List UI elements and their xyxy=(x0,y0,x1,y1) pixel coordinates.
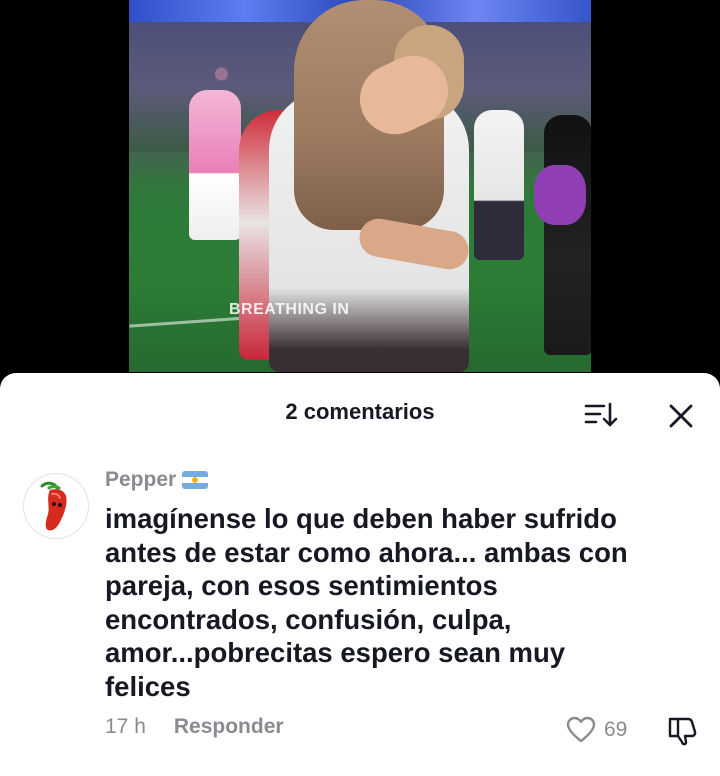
background-player xyxy=(544,115,591,355)
reply-button[interactable]: Responder xyxy=(174,715,284,739)
dislike-button[interactable] xyxy=(666,716,698,751)
sort-icon xyxy=(584,402,618,427)
like-count: 69 xyxy=(604,718,628,741)
close-icon xyxy=(669,404,693,428)
like-button[interactable]: 69 xyxy=(566,716,627,744)
comment-meta: 17 h Responder xyxy=(105,715,284,739)
video-caption: BREATHING IN xyxy=(229,301,350,318)
comment-header: Pepper xyxy=(105,468,209,492)
comment-username[interactable]: Pepper xyxy=(105,468,176,492)
avatar[interactable] xyxy=(23,473,89,539)
chili-pepper-icon xyxy=(40,481,67,531)
argentina-flag-icon xyxy=(182,471,209,489)
video-player[interactable]: BREATHING IN xyxy=(129,0,591,372)
background-player xyxy=(474,110,524,260)
sort-button[interactable] xyxy=(584,400,618,430)
comment-timestamp: 17 h xyxy=(105,715,146,738)
comment-text: imagínense lo que deben haber sufrido an… xyxy=(105,503,628,702)
background-object xyxy=(534,165,586,225)
heart-icon xyxy=(566,716,596,743)
close-button[interactable] xyxy=(666,401,696,431)
dislike-icon xyxy=(668,717,697,746)
comments-sheet: 2 comentarios Pepper imagínense lo que d… xyxy=(0,373,720,776)
background-player xyxy=(189,90,241,240)
